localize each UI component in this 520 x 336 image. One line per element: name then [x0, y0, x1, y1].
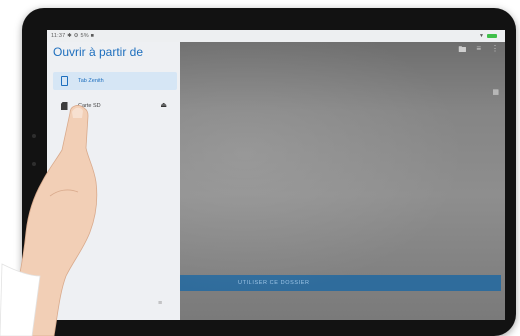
drawer-item-label: Tab Zenith — [78, 78, 104, 84]
eject-icon[interactable]: ⏏ — [160, 101, 167, 109]
drawer-title: Ouvrir à partir de — [53, 45, 144, 59]
sort-icon[interactable]: ≡ — [476, 44, 481, 58]
sd-card-icon — [58, 102, 70, 110]
device-screen: 11:37 ✱ ⚙ 5% ■ ▼ Ouvrir à partir de Tab … — [47, 30, 505, 320]
drawer-item-label: Carte SD — [78, 103, 101, 109]
drawer-item-sd-card[interactable]: Carte SD ⏏ — [53, 97, 177, 115]
status-left: 11:37 ✱ ⚙ 5% ■ — [51, 33, 94, 39]
navigation-drawer: Ouvrir à partir de Tab Zenith Carte SD ⏏… — [47, 42, 180, 320]
toolbar: 🖿 ≡ ⋮ — [458, 44, 499, 58]
file-list-area[interactable]: 🖿 ≡ ⋮ ▦ UTILISER CE DOSSIER — [180, 42, 505, 320]
settings-icon[interactable]: ≡ — [158, 300, 162, 307]
tablet-icon — [58, 76, 70, 86]
more-options-icon[interactable]: ⋮ — [491, 44, 499, 58]
drawer-item-tab-zenith[interactable]: Tab Zenith — [53, 72, 177, 90]
status-indicators: ✱ ⚙ 5% ■ — [67, 33, 95, 39]
battery-icon — [487, 34, 497, 38]
status-right: ▼ — [479, 33, 497, 39]
use-folder-button[interactable]: UTILISER CE DOSSIER — [180, 275, 501, 291]
use-folder-label: UTILISER CE DOSSIER — [238, 280, 310, 286]
status-time: 11:37 — [51, 33, 66, 39]
status-bar: 11:37 ✱ ⚙ 5% ■ ▼ — [47, 30, 505, 42]
grid-view-icon[interactable]: ▦ — [492, 88, 499, 96]
bezel-sensor — [32, 134, 36, 138]
new-folder-icon[interactable]: 🖿 — [458, 44, 466, 58]
wifi-icon: ▼ — [479, 33, 484, 39]
bezel-sensor — [32, 162, 36, 166]
